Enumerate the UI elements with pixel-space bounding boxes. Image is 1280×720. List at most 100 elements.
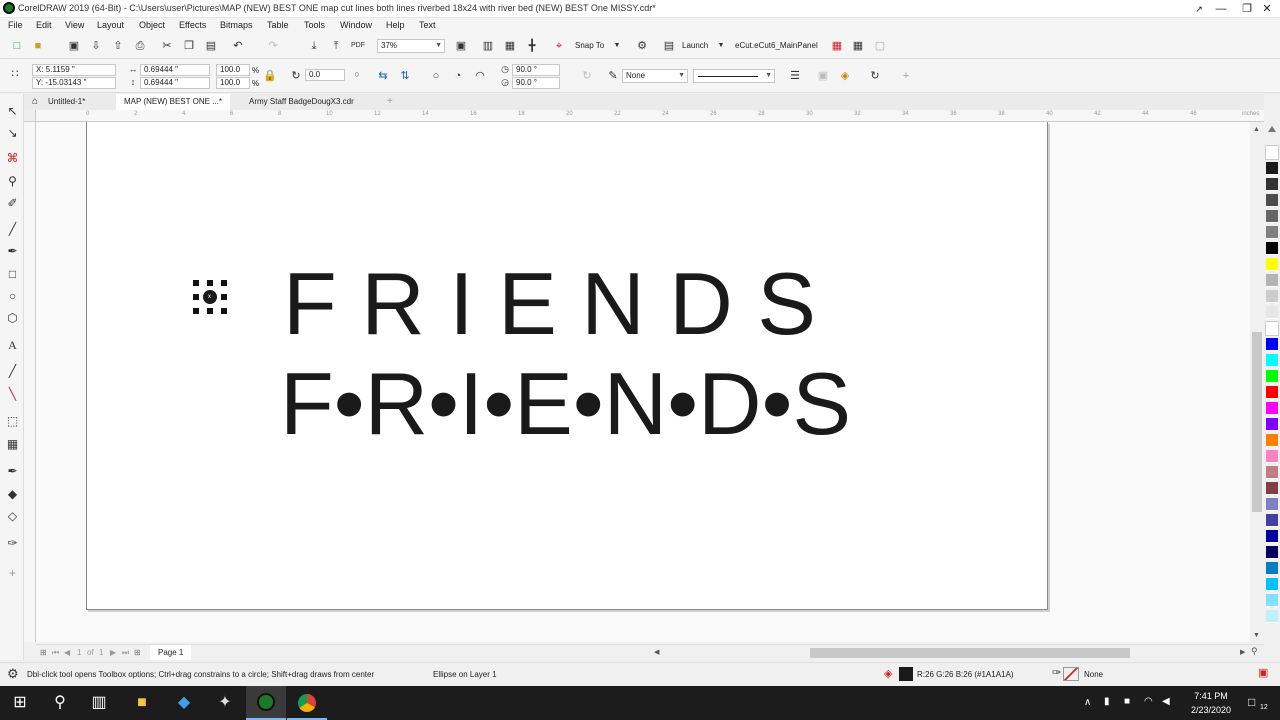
palette-swatch[interactable]: [1265, 321, 1279, 336]
freehand-tool-icon[interactable]: ╱: [5, 222, 20, 237]
scale-width-field[interactable]: 100.0: [216, 64, 250, 76]
interactive-fill-icon[interactable]: ◆: [5, 487, 20, 502]
palette-swatch[interactable]: [1266, 306, 1278, 319]
next-page-icon[interactable]: ▶: [110, 648, 116, 657]
ecut-panel-label[interactable]: eCut.eCut6_MainPanel: [735, 41, 818, 50]
outline-width-dropdown[interactable]: None ▼: [622, 69, 688, 83]
camera-icon[interactable]: ■: [1124, 696, 1130, 707]
selection-handle[interactable]: [221, 294, 227, 300]
selection-handle[interactable]: [193, 280, 199, 286]
new-tab-icon[interactable]: +: [379, 94, 401, 110]
palette-swatch[interactable]: [1266, 178, 1278, 191]
y-position-field[interactable]: Y: -15.03143 ": [32, 77, 116, 89]
save-icon[interactable]: ▣: [67, 39, 81, 53]
height-field[interactable]: 0.69444 ": [140, 77, 210, 89]
clock-time[interactable]: 7:41 PM: [1186, 691, 1236, 701]
placeholder-icon[interactable]: ▢: [873, 39, 887, 53]
menu-window[interactable]: Window: [340, 20, 372, 30]
show-guidelines-icon[interactable]: ╋: [525, 39, 539, 53]
start-angle-field[interactable]: 90.0 °: [512, 64, 560, 76]
selection-handle[interactable]: [193, 294, 199, 300]
palette-swatch[interactable]: [1266, 498, 1278, 511]
wifi-icon[interactable]: ◠: [1144, 696, 1153, 707]
add-page-after-icon[interactable]: ⊞: [134, 648, 141, 657]
fill-color-swatch[interactable]: [899, 667, 913, 681]
tray-overflow-icon[interactable]: ∧: [1084, 697, 1091, 708]
undo-icon[interactable]: ↶: [231, 39, 245, 53]
palette-swatch[interactable]: [1266, 258, 1278, 271]
end-angle-field[interactable]: 90.0 °: [512, 77, 560, 89]
windows-start-icon[interactable]: ⊞: [10, 693, 30, 713]
menu-layout[interactable]: Layout: [97, 20, 124, 30]
palette-swatch[interactable]: [1266, 610, 1278, 623]
palette-swatch[interactable]: [1266, 386, 1278, 399]
palette-scroll-up-icon[interactable]: [1268, 124, 1276, 132]
artistic-media-icon[interactable]: ✒: [5, 244, 20, 259]
palette-swatch[interactable]: [1266, 274, 1278, 287]
cut-icon[interactable]: ✂: [160, 39, 174, 53]
eyedropper-icon[interactable]: ✒: [5, 464, 20, 479]
import-icon[interactable]: ⇧: [111, 39, 125, 53]
search-icon[interactable]: ⚲: [50, 693, 70, 713]
minimize-button[interactable]: —: [1208, 0, 1234, 18]
menu-table[interactable]: Table: [267, 20, 289, 30]
export-file-icon[interactable]: ⤒: [329, 39, 343, 53]
palette-swatch[interactable]: [1266, 594, 1278, 607]
palette-swatch[interactable]: [1266, 162, 1278, 175]
clock-date[interactable]: 2/23/2020: [1184, 705, 1238, 715]
show-rulers-icon[interactable]: ▥: [481, 39, 495, 53]
table-icon[interactable]: ▦: [851, 39, 865, 53]
ellipse-mode-icon[interactable]: ○: [429, 69, 443, 83]
scroll-down-icon[interactable]: ▼: [1253, 632, 1260, 639]
search-content-icon[interactable]: ⇩: [89, 39, 103, 53]
rectangle-tool-icon[interactable]: □: [5, 267, 20, 282]
options-gear-icon[interactable]: ⚙: [635, 39, 649, 53]
width-field[interactable]: 0.69444 ": [140, 64, 210, 76]
rotation-field[interactable]: 0.0: [305, 69, 345, 81]
menu-bitmaps[interactable]: Bitmaps: [220, 20, 253, 30]
launch-icon[interactable]: ▤: [662, 39, 676, 53]
mirror-vertical-icon[interactable]: ⇅: [398, 69, 412, 83]
pick-tool-icon[interactable]: ↖: [5, 104, 20, 119]
vertical-ruler[interactable]: [24, 122, 36, 642]
app-icon-grey[interactable]: ✦: [215, 693, 235, 713]
selection-handle[interactable]: [221, 280, 227, 286]
palette-swatch[interactable]: [1266, 530, 1278, 543]
connector-tool-icon[interactable]: ╲: [5, 387, 20, 402]
full-screen-icon[interactable]: ▣: [454, 39, 468, 53]
first-page-icon[interactable]: ⏮: [52, 648, 59, 658]
line-style-dropdown[interactable]: ▼: [693, 69, 775, 83]
arc-mode-icon[interactable]: ◠: [473, 69, 487, 83]
palette-swatch[interactable]: [1265, 145, 1279, 160]
pie-mode-icon[interactable]: ◔: [451, 69, 465, 83]
scroll-left-icon[interactable]: ◀: [654, 648, 659, 656]
mirror-horizontal-icon[interactable]: ⇆: [376, 69, 390, 83]
tab-untitled[interactable]: Untitled-1*: [40, 94, 93, 110]
to-back-icon[interactable]: ◈: [838, 69, 852, 83]
open-folder-icon[interactable]: ■: [31, 39, 45, 53]
palette-swatch[interactable]: [1266, 402, 1278, 415]
horizontal-ruler[interactable]: 0 2 4 6 8 10 12 14 16 18 20 22 24 26 28 30 32 34 36 38 40 42 4…: [36, 110, 1264, 122]
palette-swatch[interactable]: [1266, 466, 1278, 479]
friends-text-line2[interactable]: F•R•I•E•N•D•S: [280, 354, 851, 454]
last-page-icon[interactable]: ⏭: [122, 648, 129, 658]
drawing-page[interactable]: x F R I E N D S F•R•I•E•N•D•S: [86, 122, 1048, 610]
paste-icon[interactable]: ▤: [204, 39, 218, 53]
palette-swatch[interactable]: [1266, 290, 1278, 303]
task-view-icon[interactable]: ▥: [89, 693, 109, 713]
crop-tool-icon[interactable]: ⌘: [5, 151, 20, 166]
menu-help[interactable]: Help: [386, 20, 405, 30]
new-document-icon[interactable]: □: [10, 39, 24, 53]
page-tab[interactable]: Page 1: [150, 645, 192, 660]
selected-ellipse[interactable]: x: [193, 280, 227, 314]
selection-handle[interactable]: [221, 308, 227, 314]
transparency-icon[interactable]: ▦: [5, 437, 20, 452]
palette-swatch[interactable]: [1266, 210, 1278, 223]
change-direction-icon[interactable]: ↻: [580, 69, 594, 83]
palette-swatch[interactable]: [1266, 418, 1278, 431]
palette-swatch[interactable]: [1266, 242, 1278, 255]
palette-swatch[interactable]: [1266, 226, 1278, 239]
menu-edit[interactable]: Edit: [36, 20, 52, 30]
zoom-tool-icon[interactable]: ⚲: [5, 174, 20, 189]
launch-label[interactable]: Launch: [682, 41, 708, 50]
